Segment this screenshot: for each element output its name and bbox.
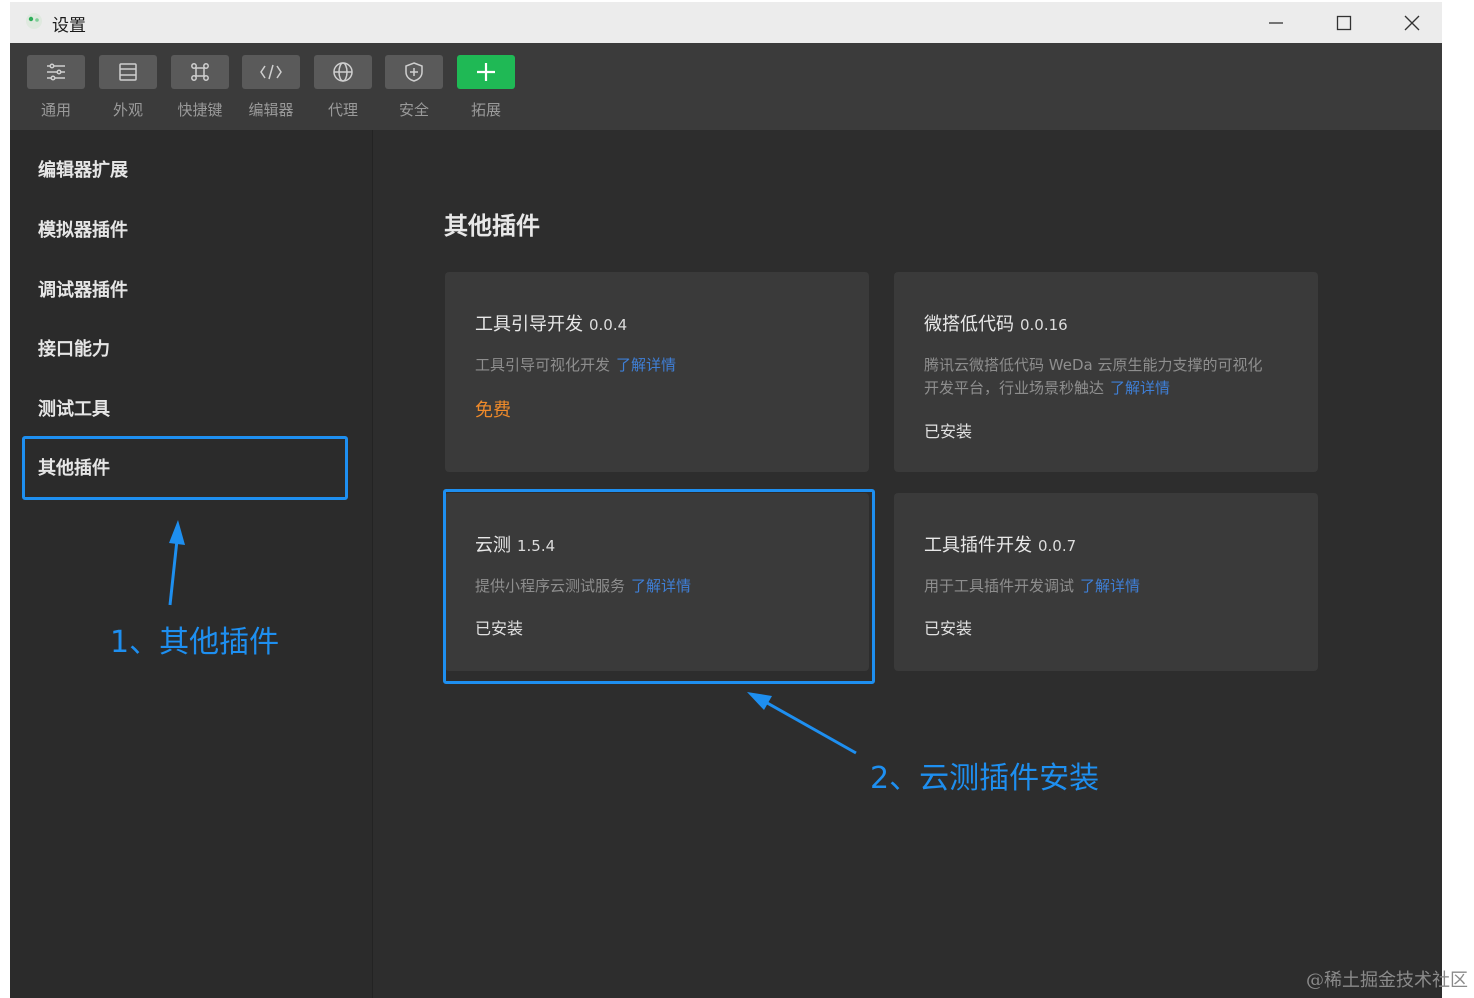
tab-extensions-label: 拓展 [470,101,501,119]
general-tab-button[interactable] [27,55,85,89]
annotation-step-1: 1、其他插件 [110,625,280,660]
plugin-title: 微搭低代码 0.0.16 [924,310,1068,336]
cloud-test-highlight-box [443,489,875,684]
tab-shortcuts[interactable]: 快捷键 [169,55,231,125]
close-icon [1404,15,1420,31]
plugin-description: 用于工具插件开发调试 了解详情 [924,575,1140,598]
tab-security-label: 安全 [398,101,429,119]
plugin-title: 工具引导开发 0.0.4 [475,310,627,336]
settings-toolbar: 通用 外观 快捷键 编辑器 代理 安全 拓展 [10,43,1442,130]
plugin-card-weda[interactable]: 微搭低代码 0.0.16 腾讯云微搭低代码 WeDa 云原生能力支撑的可视化 开发… [894,272,1318,472]
tab-security[interactable]: 安全 [383,55,445,125]
security-tab-button[interactable] [385,55,443,89]
appearance-tab-button[interactable] [99,55,157,89]
extensions-tab-button[interactable] [457,55,515,89]
tab-editor-label: 编辑器 [248,101,294,119]
sidebar-item-editor-extensions[interactable]: 编辑器扩展 [38,156,128,182]
plus-icon [477,63,495,81]
plugin-card-tool-plugin-dev[interactable]: 工具插件开发 0.0.7 用于工具插件开发调试 了解详情 已安装 [894,493,1318,671]
plugin-name: 微搭低代码 [924,314,1014,335]
sliders-icon [47,63,65,81]
close-button[interactable] [1384,6,1440,40]
tab-shortcuts-label: 快捷键 [177,101,223,119]
plugin-name: 工具引导开发 [475,314,583,335]
learn-more-link[interactable]: 了解详情 [1110,379,1170,397]
sidebar-item-testing-tools[interactable]: 测试工具 [38,395,110,421]
plugin-description-text: 开发平台，行业场景秒触达 [924,379,1105,397]
plugin-version: 0.0.7 [1038,537,1077,555]
tab-general[interactable]: 通用 [25,55,87,125]
command-icon [191,63,209,81]
app-logo-icon [26,13,42,29]
plugin-list-panel: 其他插件 工具引导开发 0.0.4 工具引导可视化开发 了解详情 免费 微搭低代码 0… [373,130,1442,998]
editor-tab-button[interactable] [242,55,300,89]
proxy-tab-button[interactable] [314,55,372,89]
title-bar: 设置 [10,2,1442,43]
settings-window: 设置 通用 外观 快捷键 编辑器 代理 安全 拓展 编辑器扩展 模拟器插件 调试… [10,2,1442,998]
sidebar-item-simulator-plugins[interactable]: 模拟器插件 [38,216,128,242]
plugin-description: 腾讯云微搭低代码 WeDa 云原生能力支撑的可视化 开发平台，行业场景秒触达 了解… [924,354,1262,400]
other-plugins-highlight-box [22,436,348,500]
plugin-category-sidebar: 编辑器扩展 模拟器插件 调试器插件 接口能力 测试工具 其他插件 [10,130,373,998]
learn-more-link[interactable]: 了解详情 [1080,577,1140,595]
plugin-installed-status: 已安装 [924,619,973,638]
learn-more-link[interactable]: 了解详情 [616,356,676,374]
plugin-price-badge[interactable]: 免费 [475,396,511,422]
layout-icon [119,63,137,81]
sidebar-item-debugger-plugins[interactable]: 调试器插件 [38,276,128,302]
plugin-description-text: 工具引导可视化开发 [475,356,611,374]
plugin-description-text: 用于工具插件开发调试 [924,577,1075,595]
tab-appearance[interactable]: 外观 [97,55,159,125]
globe-icon [333,62,353,82]
tab-general-label: 通用 [40,101,71,119]
plugin-description-line: 开发平台，行业场景秒触达 了解详情 [924,377,1262,400]
shield-icon [405,62,423,82]
plugin-description-line: 腾讯云微搭低代码 WeDa 云原生能力支撑的可视化 [924,356,1263,374]
annotation-step-2: 2、云测插件安装 [870,761,1100,796]
plugin-card-tool-guide[interactable]: 工具引导开发 0.0.4 工具引导可视化开发 了解详情 免费 [445,272,869,472]
plugin-version: 0.0.16 [1020,316,1068,334]
tab-editor[interactable]: 编辑器 [240,55,302,125]
section-title: 其他插件 [444,212,540,240]
maximize-icon [1336,15,1352,31]
code-icon [260,64,282,80]
plugin-description: 工具引导可视化开发 了解详情 [475,354,676,377]
maximize-button[interactable] [1316,6,1372,40]
watermark: @稀土掘金技术社区 [1306,970,1468,991]
tab-proxy-label: 代理 [327,101,358,119]
plugin-version: 0.0.4 [589,316,628,334]
shortcuts-tab-button[interactable] [171,55,229,89]
plugin-title: 工具插件开发 0.0.7 [924,531,1076,557]
plugin-installed-status: 已安装 [924,422,973,441]
tab-proxy[interactable]: 代理 [312,55,374,125]
minimize-icon [1269,22,1283,24]
tab-appearance-label: 外观 [112,101,143,119]
tab-extensions[interactable]: 拓展 [455,55,517,125]
plugin-name: 工具插件开发 [924,535,1032,556]
window-title: 设置 [52,16,86,36]
sidebar-item-api-capability[interactable]: 接口能力 [38,335,110,361]
minimize-button[interactable] [1248,6,1304,40]
